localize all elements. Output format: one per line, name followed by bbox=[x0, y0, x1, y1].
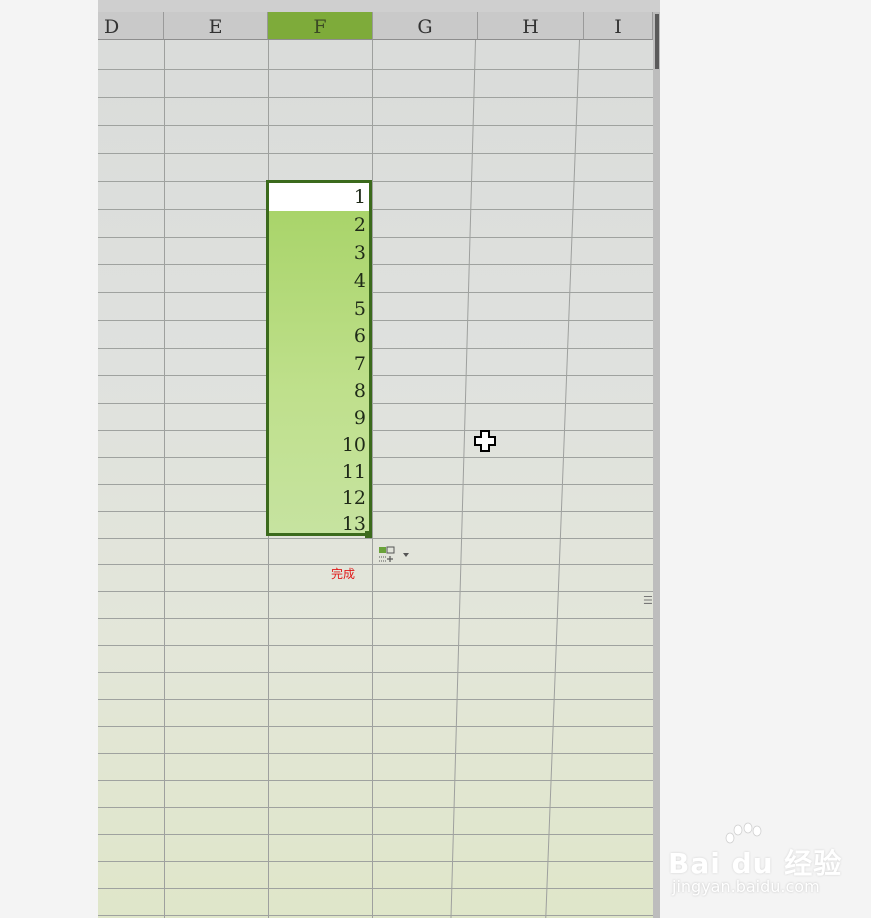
column-header-h[interactable]: H bbox=[478, 12, 584, 40]
scrollbar-thumb[interactable] bbox=[655, 14, 659, 69]
grid-row-line bbox=[98, 320, 660, 321]
grid-row-line bbox=[98, 699, 660, 700]
grid-column-line bbox=[545, 40, 580, 918]
grid-row-line bbox=[98, 672, 660, 673]
grid-row-line bbox=[98, 645, 660, 646]
grid-row-line bbox=[98, 264, 660, 265]
grid-row-line bbox=[98, 780, 660, 781]
column-label: F bbox=[313, 16, 327, 38]
grid-row-line bbox=[98, 861, 660, 862]
watermark-url: jingyan.baidu.com bbox=[672, 877, 820, 896]
grid-row-line bbox=[98, 292, 660, 293]
column-header-f[interactable]: F bbox=[268, 12, 373, 40]
grid-row-line bbox=[98, 591, 660, 592]
column-header-g[interactable]: G bbox=[373, 12, 478, 40]
plus-cross-cursor-icon bbox=[474, 430, 496, 452]
column-header-e[interactable]: E bbox=[164, 12, 268, 40]
grid-row-line bbox=[98, 888, 660, 889]
grid-row-line bbox=[98, 181, 660, 182]
window-top-strip bbox=[98, 0, 660, 12]
vertical-scrollbar[interactable] bbox=[653, 12, 660, 918]
grid-row-line bbox=[98, 915, 660, 916]
watermark-logo-text: Bai du 经验 bbox=[668, 847, 843, 880]
grid-row-line bbox=[98, 430, 660, 431]
grid-column-line bbox=[450, 40, 476, 918]
grid-row-line bbox=[98, 125, 660, 126]
spreadsheet-photo: D E F G H I 1 2 3 4 5 6 7 8 9 10 11 12 1… bbox=[98, 0, 660, 918]
done-caption: 完成 bbox=[331, 567, 356, 581]
column-header-i[interactable]: I bbox=[584, 12, 653, 40]
column-label: D bbox=[104, 16, 120, 38]
grid-row-line bbox=[98, 726, 660, 727]
grid-row-line bbox=[98, 403, 660, 404]
grid-column-line bbox=[372, 40, 373, 918]
cell-f-value[interactable]: 9 bbox=[268, 405, 366, 432]
grid-row-line bbox=[98, 753, 660, 754]
cell-f-value[interactable]: 13 bbox=[268, 511, 366, 538]
grid-row-line bbox=[98, 153, 660, 154]
grid-row-line bbox=[98, 69, 660, 70]
fill-handle[interactable] bbox=[365, 531, 372, 538]
grid-row-line bbox=[98, 834, 660, 835]
grid-row-line bbox=[98, 807, 660, 808]
grid-row-line bbox=[98, 618, 660, 619]
column-label: I bbox=[614, 16, 622, 38]
cell-f-value[interactable]: 4 bbox=[268, 268, 366, 295]
grid-row-line bbox=[98, 538, 660, 539]
cell-f-value[interactable]: 11 bbox=[268, 459, 366, 486]
cell-f-value[interactable]: 12 bbox=[268, 485, 366, 512]
grid-row-line bbox=[98, 457, 660, 458]
cell-f-value[interactable]: 2 bbox=[268, 212, 366, 239]
grid-column-line bbox=[164, 40, 165, 918]
grid-row-line bbox=[98, 511, 660, 512]
column-label: G bbox=[417, 16, 433, 38]
cell-f-value[interactable]: 1 bbox=[268, 184, 366, 211]
cell-f-value[interactable]: 10 bbox=[268, 432, 366, 459]
column-label: H bbox=[522, 16, 539, 38]
grid-row-line bbox=[98, 375, 660, 376]
cell-f-value[interactable]: 7 bbox=[268, 351, 366, 378]
cell-f-value[interactable]: 3 bbox=[268, 240, 366, 267]
column-header-d[interactable]: D bbox=[98, 12, 164, 40]
grid-row-line bbox=[98, 97, 660, 98]
autofill-options-icon[interactable] bbox=[376, 544, 414, 566]
column-label: E bbox=[208, 16, 223, 38]
cell-f-value[interactable]: 5 bbox=[268, 296, 366, 323]
cell-f-value[interactable]: 6 bbox=[268, 323, 366, 350]
cell-f-value[interactable]: 8 bbox=[268, 378, 366, 405]
grid-row-line bbox=[98, 348, 660, 349]
grid-row-line bbox=[98, 484, 660, 485]
grid-row-line bbox=[98, 209, 660, 210]
grid-row-line bbox=[98, 237, 660, 238]
split-grip-icon[interactable]: ☰ bbox=[643, 594, 653, 607]
